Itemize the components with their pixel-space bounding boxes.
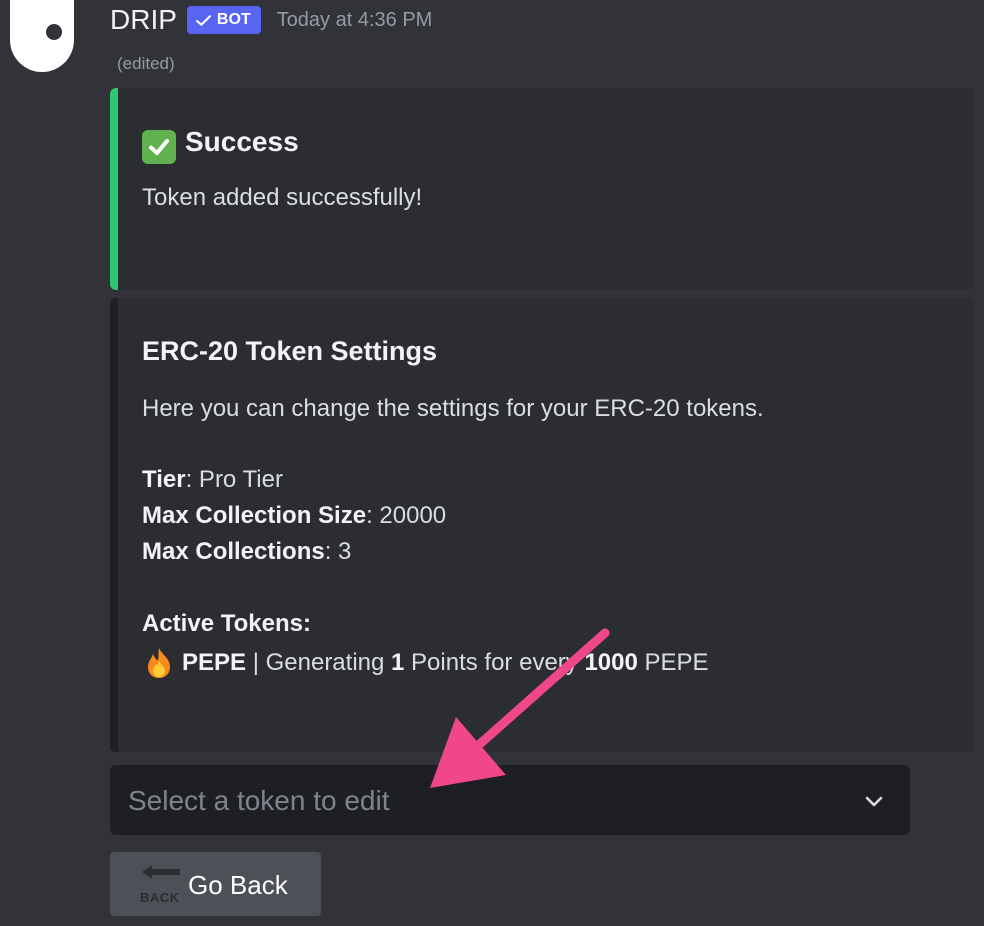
bot-badge-label: BOT bbox=[216, 11, 251, 28]
check-mark-icon bbox=[142, 130, 176, 164]
go-back-label: Go Back bbox=[188, 870, 288, 900]
avatar[interactable] bbox=[10, 0, 74, 72]
token-text: PEPE bbox=[637, 649, 709, 676]
token-amount: 1000 bbox=[584, 649, 638, 676]
back-icon-text: BACK bbox=[140, 890, 180, 905]
field-label: Max Collections bbox=[142, 538, 325, 565]
field-max-collection-size: Max Collection Size: 20000 bbox=[142, 502, 446, 530]
field-label: Tier bbox=[142, 466, 186, 493]
embed-accent-bar bbox=[110, 298, 118, 752]
field-label: Max Collection Size bbox=[142, 502, 367, 529]
field-value: : Pro Tier bbox=[185, 466, 283, 493]
field-max-collections: Max Collections: 3 bbox=[142, 538, 351, 566]
token-points: 1 bbox=[391, 649, 405, 676]
settings-title: ERC-20 Token Settings bbox=[142, 336, 438, 366]
success-embed: Success Token added successfully! bbox=[110, 88, 974, 290]
back-arrow-icon: BACK bbox=[140, 864, 184, 906]
settings-embed: ERC-20 Token Settings Here you can chang… bbox=[110, 298, 974, 752]
embed-accent-bar bbox=[110, 88, 118, 290]
field-value: : 3 bbox=[324, 538, 352, 565]
chevron-down-icon[interactable] bbox=[862, 789, 886, 813]
settings-description: Here you can change the settings for you… bbox=[142, 395, 764, 422]
active-tokens-title: Active Tokens: bbox=[142, 610, 311, 637]
token-name: PEPE bbox=[182, 649, 247, 676]
field-value: : 20000 bbox=[366, 502, 447, 529]
token-select[interactable]: Select a token to edit bbox=[110, 765, 910, 835]
token-text: Points for every bbox=[404, 649, 585, 676]
edited-label: (edited) bbox=[117, 54, 175, 73]
active-token-line: PEPE | Generating 1 Points for every 100… bbox=[142, 646, 709, 680]
token-text: | Generating bbox=[246, 649, 392, 676]
message-header: DRIP BOT Today at 4:36 PM bbox=[110, 0, 432, 40]
avatar-eye bbox=[46, 24, 62, 40]
author-name[interactable]: DRIP bbox=[110, 4, 177, 36]
timestamp[interactable]: Today at 4:36 PM bbox=[277, 9, 433, 32]
go-back-button[interactable]: BACK Go Back bbox=[110, 852, 321, 916]
bot-badge: BOT bbox=[186, 6, 261, 34]
success-description: Token added successfully! bbox=[142, 184, 423, 211]
select-placeholder: Select a token to edit bbox=[128, 785, 390, 816]
success-title: Success bbox=[185, 126, 299, 157]
field-tier: Tier: Pro Tier bbox=[142, 466, 283, 494]
fire-icon bbox=[148, 648, 170, 678]
verified-check-icon bbox=[195, 14, 211, 26]
